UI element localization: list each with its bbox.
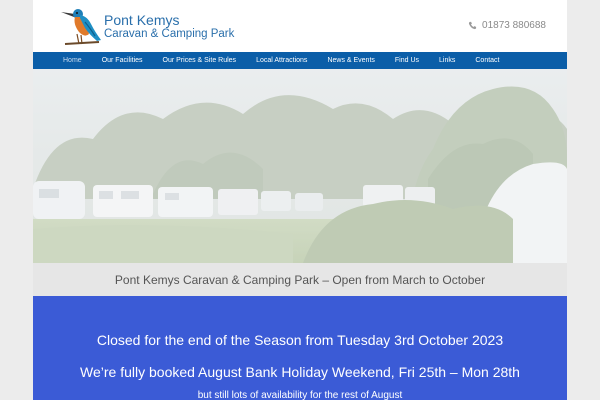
notice-closed-text: Closed for the end of the Season from Tu… bbox=[96, 332, 504, 348]
kingfisher-logo-icon[interactable] bbox=[57, 2, 107, 48]
phone-contact[interactable]: 01873 880688 bbox=[468, 20, 546, 31]
nav-item-find-us[interactable]: Find Us bbox=[395, 57, 419, 64]
season-notice: Closed for the end of the Season from Tu… bbox=[33, 296, 567, 400]
main-nav: Home Our Facilities Our Prices & Site Ru… bbox=[33, 52, 567, 69]
notice-booked-text: We’re fully booked August Bank Holiday W… bbox=[80, 364, 520, 380]
site-subtitle: Caravan & Camping Park bbox=[104, 28, 235, 40]
hero-image bbox=[33, 69, 567, 263]
notice-availability-text: but still lots of availability for the r… bbox=[197, 390, 403, 400]
campsite-photo bbox=[33, 69, 567, 263]
tagline-bar: Pont Kemys Caravan & Camping Park – Open… bbox=[33, 263, 567, 296]
nav-item-facilities[interactable]: Our Facilities bbox=[102, 57, 143, 64]
nav-item-links[interactable]: Links bbox=[439, 57, 455, 64]
nav-item-home[interactable]: Home bbox=[63, 57, 82, 64]
nav-item-attractions[interactable]: Local Attractions bbox=[256, 57, 307, 64]
site-title[interactable]: Pont Kemys bbox=[104, 13, 179, 28]
nav-item-contact[interactable]: Contact bbox=[475, 57, 499, 64]
tagline-text: Pont Kemys Caravan & Camping Park – Open… bbox=[114, 272, 486, 287]
phone-number: 01873 880688 bbox=[482, 20, 546, 31]
site-header: Pont Kemys Caravan & Camping Park 01873 … bbox=[33, 0, 567, 52]
nav-item-prices[interactable]: Our Prices & Site Rules bbox=[163, 57, 237, 64]
phone-icon bbox=[468, 21, 477, 30]
page: Pont Kemys Caravan & Camping Park 01873 … bbox=[33, 0, 567, 400]
nav-item-news[interactable]: News & Events bbox=[327, 57, 374, 64]
